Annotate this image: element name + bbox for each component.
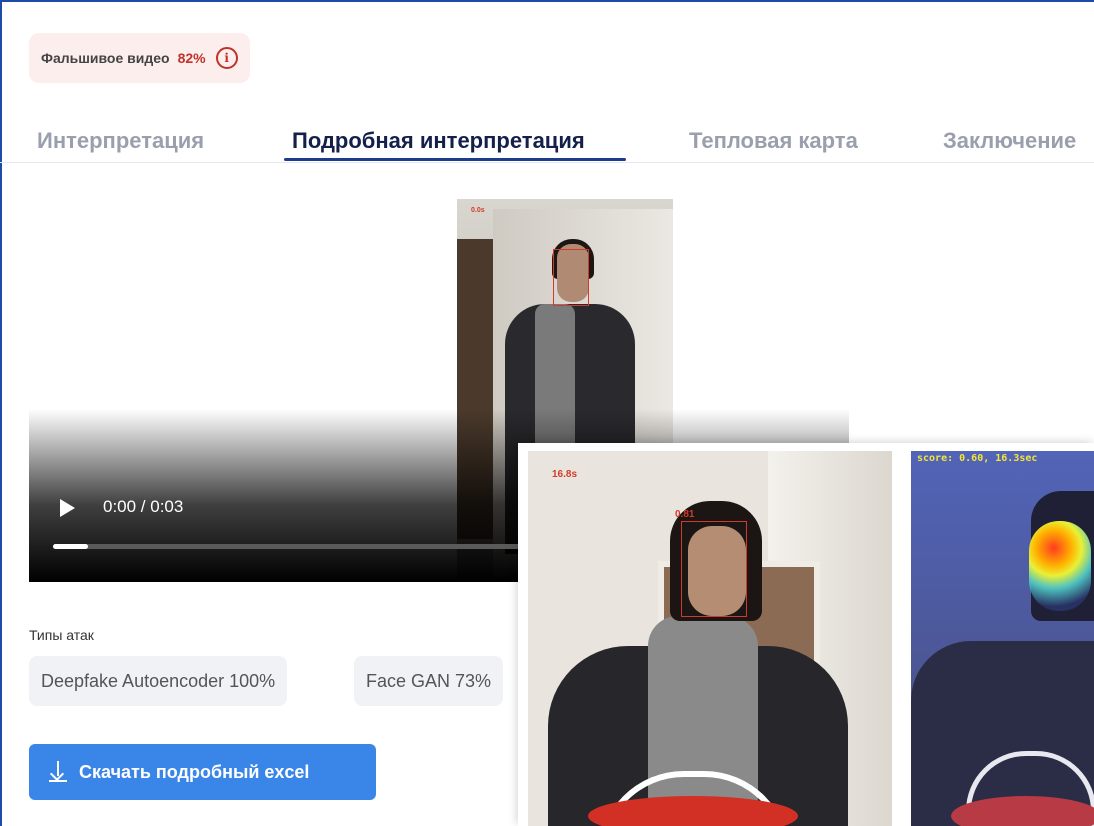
heatmap-hotspot [1029,521,1091,611]
tab-bar: Интерпретация Подробная интерпретация Те… [0,120,1094,163]
tab-conclusion[interactable]: Заключение [943,128,1076,154]
attack-chip-deepfake-autoencoder: Deepfake Autoencoder 100% [29,656,288,706]
tab-heatmap[interactable]: Тепловая карта [689,128,858,154]
detection-score: 0.81 [675,509,695,520]
face-bounding-box [553,249,589,306]
verdict-label: Фальшивое видео [41,50,170,66]
frame-timestamp: 0.0s [471,207,485,214]
tab-detailed-interpretation[interactable]: Подробная интерпретация [292,128,585,154]
attack-types-label: Типы атак [29,627,94,643]
detection-bounding-box [681,521,747,617]
download-icon [49,761,67,783]
active-tab-indicator [284,158,626,161]
video-time: 0:00 / 0:03 [103,497,184,516]
heatmap-caption: score: 0.60, 16.3sec [917,453,1038,464]
detection-frame-image: 0.81 16.8s [528,451,892,826]
verdict-percent: 82% [177,50,206,66]
detection-timestamp: 16.8s [552,469,578,480]
verdict-badge: Фальшивое видео 82% i [29,33,250,83]
frame-previews: 0.81 16.8s score: 0.60, 16.3sec [518,443,1094,826]
download-excel-button[interactable]: Скачать подробный excel [29,744,376,800]
attack-chip-face-gan: Face GAN 73% [354,656,504,706]
info-icon[interactable]: i [215,47,238,69]
play-icon[interactable] [60,499,75,517]
download-label: Скачать подробный excel [79,761,310,782]
heatmap-frame-image: score: 0.60, 16.3sec [911,451,1094,826]
video-progress-fill [53,544,89,549]
tab-interpretation[interactable]: Интерпретация [37,128,204,154]
